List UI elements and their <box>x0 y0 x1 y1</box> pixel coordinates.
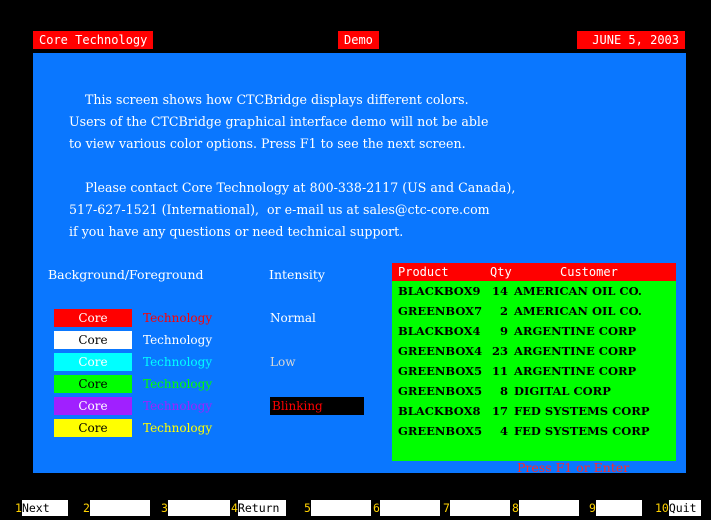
fkey-4[interactable]: 4Return <box>231 500 286 516</box>
fkey-6[interactable]: 6 <box>373 500 440 516</box>
main-panel: This screen shows how CTCBridge displays… <box>33 53 686 475</box>
description-text: This screen shows how CTCBridge displays… <box>33 89 686 243</box>
intensity-low: Low <box>270 355 296 369</box>
row-product[interactable]: GREENBOX7 <box>398 301 482 321</box>
row-qty[interactable]: 9 <box>480 321 508 341</box>
fkey-label <box>379 500 440 516</box>
date-label: JUNE 5, 2003 <box>577 31 685 49</box>
fkey-1[interactable]: 1Next <box>15 500 68 516</box>
fkey-7[interactable]: 7 <box>443 500 510 516</box>
core-swatch: Core <box>54 331 132 349</box>
technology-text: Technology <box>143 333 213 347</box>
grid-body: BLACKBOX9 14 AMERICAN OIL CO. GREENBOX7 … <box>392 281 676 461</box>
core-swatch: Core <box>54 397 132 415</box>
grid-header: Product Qty Customer <box>392 263 676 281</box>
row-qty[interactable]: 11 <box>480 361 508 381</box>
row-qty[interactable]: 4 <box>480 421 508 441</box>
color-samples: Background/Foreground Intensity Core Tec… <box>48 267 388 437</box>
top-bar: Core Technology Demo JUNE 5, 2003 <box>33 31 685 49</box>
core-swatch: Core <box>54 375 132 393</box>
technology-text: Technology <box>143 399 213 413</box>
row-customer[interactable]: AMERICAN OIL CO. <box>514 281 642 301</box>
row-product[interactable]: GREENBOX5 <box>398 381 482 401</box>
row-product[interactable]: BLACKBOX4 <box>398 321 481 341</box>
col-qty: Qty <box>490 265 512 279</box>
intensity-blinking: Blinking <box>270 397 364 415</box>
technology-text: Technology <box>143 355 213 369</box>
col-customer: Customer <box>560 265 618 279</box>
row-customer[interactable]: DIGITAL CORP <box>514 381 611 401</box>
row-customer[interactable]: FED SYSTEMS CORP <box>514 421 649 441</box>
technology-text: Technology <box>143 421 213 435</box>
core-swatch: Core <box>54 353 132 371</box>
row-qty[interactable]: 2 <box>480 301 508 321</box>
col-product: Product <box>398 265 449 279</box>
row-product[interactable]: GREENBOX5 <box>398 421 482 441</box>
mode-label: Demo <box>338 31 379 49</box>
description-line: This screen shows how CTCBridge displays… <box>69 92 469 107</box>
fkey-label <box>167 500 230 516</box>
core-swatch: Core <box>54 309 132 327</box>
row-product[interactable]: BLACKBOX8 <box>398 401 481 421</box>
press-f1-hint: Press F1 or Enter <box>517 460 630 475</box>
fkey-label <box>310 500 371 516</box>
description-line: Please contact Core Technology at 800-33… <box>69 180 516 195</box>
row-customer[interactable]: ARGENTINE CORP <box>514 361 636 381</box>
fkey-label <box>449 500 510 516</box>
row-product[interactable]: GREENBOX4 <box>398 341 482 361</box>
core-swatch: Core <box>54 419 132 437</box>
row-qty[interactable]: 8 <box>480 381 508 401</box>
fkey-10[interactable]: 10Quit <box>655 500 701 516</box>
fkey-label <box>595 500 642 516</box>
row-qty[interactable]: 14 <box>480 281 508 301</box>
fkey-label: Return <box>237 500 286 516</box>
row-qty[interactable]: 17 <box>480 401 508 421</box>
fkey-9[interactable]: 9 <box>589 500 642 516</box>
description-line: 517-627-1521 (International), or e-mail … <box>69 202 490 217</box>
fkey-label <box>89 500 150 516</box>
product-grid[interactable]: Product Qty Customer BLACKBOX9 14 AMERIC… <box>392 263 676 461</box>
bg-fg-header: Background/Foreground <box>48 267 204 282</box>
intensity-header: Intensity <box>269 267 325 282</box>
app-title: Core Technology <box>33 31 154 49</box>
row-product[interactable]: GREENBOX5 <box>398 361 482 381</box>
description-line: if you have any questions or need techni… <box>69 224 404 239</box>
technology-text: Technology <box>143 377 213 391</box>
row-customer[interactable]: ARGENTINE CORP <box>514 321 636 341</box>
description-line: Users of the CTCBridge graphical interfa… <box>69 114 489 129</box>
function-key-bar: 1Next 2 3 4Return 5 6 7 8 9 10Quit <box>15 500 710 518</box>
row-product[interactable]: BLACKBOX9 <box>398 281 481 301</box>
fkey-label <box>518 500 579 516</box>
intensity-normal: Normal <box>270 311 316 325</box>
fkey-3[interactable]: 3 <box>161 500 230 516</box>
fkey-8[interactable]: 8 <box>512 500 579 516</box>
row-customer[interactable]: FED SYSTEMS CORP <box>514 401 649 421</box>
fkey-5[interactable]: 5 <box>304 500 371 516</box>
row-qty[interactable]: 23 <box>480 341 508 361</box>
description-line: to view various color options. Press F1 … <box>69 136 466 151</box>
fkey-2[interactable]: 2 <box>83 500 150 516</box>
fkey-label: Next <box>21 500 68 516</box>
fkey-label: Quit <box>668 500 701 516</box>
row-customer[interactable]: ARGENTINE CORP <box>514 341 636 361</box>
technology-text: Technology <box>143 311 213 325</box>
row-customer[interactable]: AMERICAN OIL CO. <box>514 301 642 321</box>
